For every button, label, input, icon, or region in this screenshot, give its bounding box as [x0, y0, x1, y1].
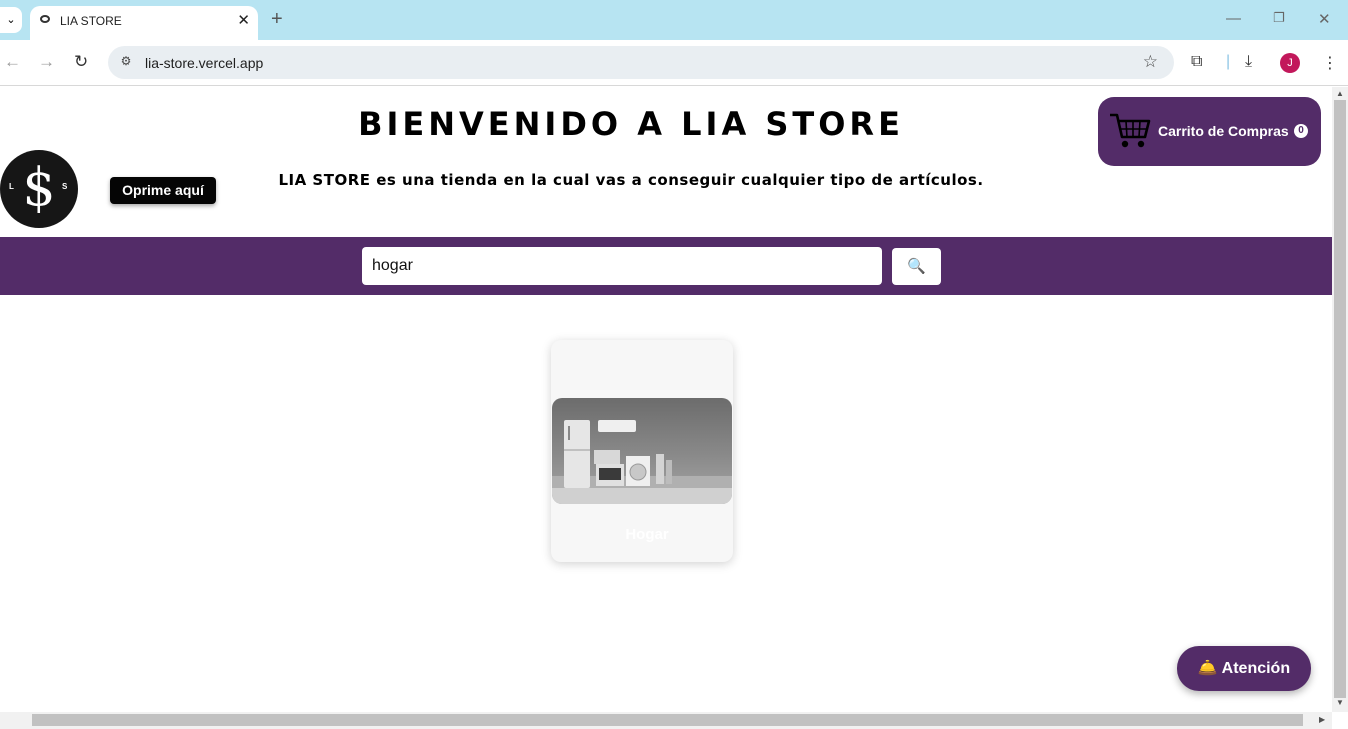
logo-letter-right: S	[62, 182, 68, 191]
shopping-cart-icon	[1110, 113, 1151, 148]
extensions-icon[interactable]: ⧉	[1191, 53, 1202, 71]
scroll-right-arrow-icon[interactable]: ▶	[1319, 715, 1325, 724]
toolbar-divider: |	[1226, 53, 1231, 70]
close-icon[interactable]: ✕	[237, 11, 250, 29]
scroll-down-arrow-icon[interactable]: ▼	[1336, 698, 1344, 707]
plus-icon[interactable]: +	[271, 8, 283, 31]
forward-icon[interactable]: →	[38, 52, 55, 72]
attention-label: Atención	[1221, 660, 1291, 677]
vertical-scrollbar[interactable]: ▲ ▼	[1332, 87, 1348, 712]
back-icon[interactable]: ←	[4, 52, 21, 72]
url-text: lia-store.vercel.app	[145, 55, 264, 71]
avatar[interactable]: J	[1280, 53, 1300, 73]
star-icon[interactable]: ☆	[1143, 52, 1158, 72]
press-here-button[interactable]: Oprime aquí	[110, 177, 216, 204]
minimize-icon[interactable]: —	[1226, 10, 1241, 27]
page-content: BIENVENIDO A LIA STORE LIA STORE es una …	[0, 87, 1332, 712]
vertical-scroll-thumb[interactable]	[1334, 100, 1346, 698]
product-title: Hogar	[625, 526, 669, 543]
browser-toolbar: ← → ↻ ⚙ lia-store.vercel.app ☆ ⧉ | ⤓ ⋮	[0, 40, 1348, 86]
favicon-icon	[40, 15, 50, 23]
appliances-illustration	[552, 420, 732, 504]
browser-tab[interactable]: LIA STORE ✕	[30, 6, 258, 40]
restore-icon[interactable]: ❐	[1273, 10, 1285, 26]
tab-list-icon[interactable]: ⌄	[0, 7, 22, 33]
address-bar[interactable]: ⚙ lia-store.vercel.app ☆	[108, 46, 1174, 79]
shopping-cart-button[interactable]: Carrito de Compras 0	[1098, 97, 1321, 166]
logo-letter-left: L	[9, 182, 14, 191]
home-appliances-image	[552, 398, 732, 504]
cart-count-badge: 0	[1294, 124, 1308, 138]
site-info-icon[interactable]: ⚙	[118, 54, 134, 70]
scroll-up-arrow-icon[interactable]: ▲	[1336, 89, 1344, 98]
store-logo[interactable]: $ L S	[0, 150, 78, 228]
horizontal-scroll-thumb[interactable]	[32, 714, 1303, 726]
window-close-icon[interactable]: ✕	[1318, 10, 1331, 28]
download-icon[interactable]: ⤓	[1245, 53, 1252, 71]
search-icon: 🔍	[907, 258, 926, 275]
horizontal-scrollbar[interactable]: ▶	[0, 712, 1332, 729]
search-button[interactable]: 🔍	[892, 248, 941, 285]
attention-button[interactable]: 🛎️ Atención	[1177, 646, 1311, 691]
browser-tab-bar: ⌄ LIA STORE ✕ + — ❐ ✕	[0, 0, 1348, 40]
reload-icon[interactable]: ↻	[74, 52, 88, 72]
search-input[interactable]	[362, 247, 882, 285]
page-title: BIENVENIDO A LIA STORE	[358, 105, 904, 143]
menu-icon[interactable]: ⋮	[1322, 53, 1338, 73]
search-bar: 🔍	[0, 237, 1332, 295]
tab-title: LIA STORE	[60, 14, 122, 28]
product-card-hogar[interactable]: Hogar	[551, 340, 733, 562]
bell-icon: 🛎️	[1197, 660, 1218, 677]
cart-label: Carrito de Compras	[1158, 123, 1289, 139]
